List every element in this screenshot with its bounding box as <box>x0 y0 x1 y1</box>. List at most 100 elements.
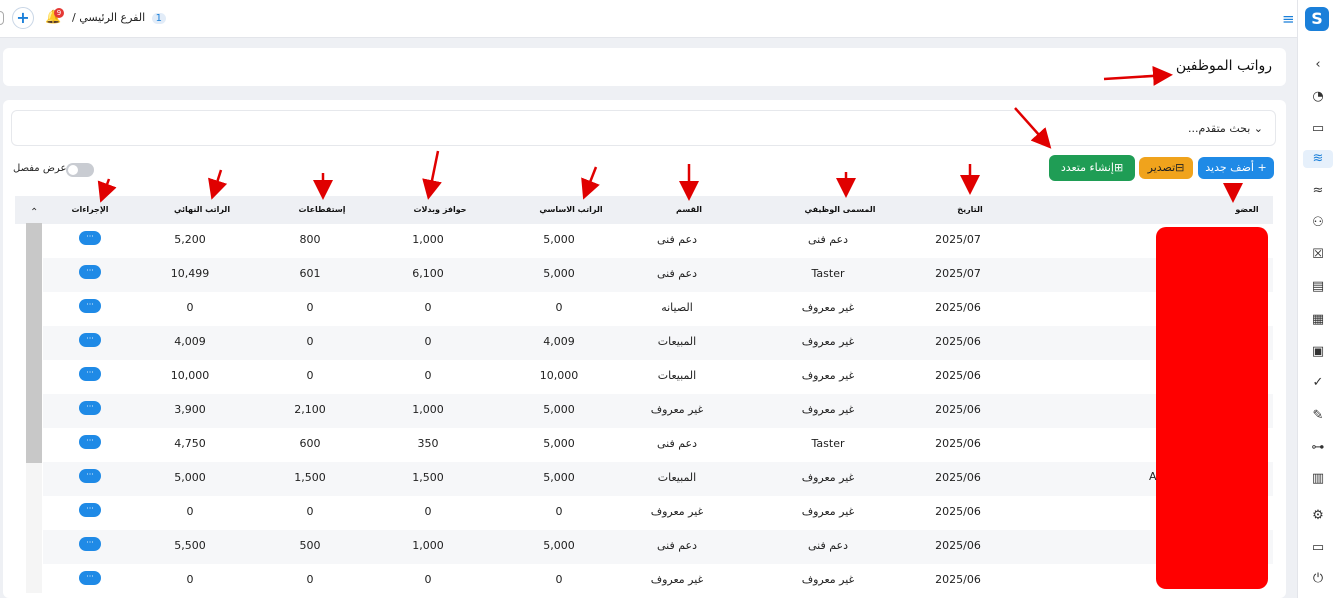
col-date[interactable]: التاريخ <box>957 205 982 214</box>
quick-add-button[interactable]: + <box>12 7 34 29</box>
col-base-salary[interactable]: الراتب الاساسي <box>539 205 602 214</box>
document-icon[interactable]: ▤ <box>1309 278 1327 296</box>
window-icon[interactable]: ▭ <box>1309 539 1327 557</box>
table-row[interactable]: 2025/06 غير معروف غير معروف 5,000 1,000 2,100… <box>43 394 1273 428</box>
cell-base-salary: 5,000 <box>543 233 575 246</box>
row-actions-button[interactable]: ··· <box>79 571 101 585</box>
row-actions-button[interactable]: ··· <box>79 299 101 313</box>
settings-icon[interactable]: ⚙ <box>1309 507 1327 525</box>
col-allowances[interactable]: حوافز وبدلات <box>413 205 466 214</box>
row-actions-button[interactable]: ··· <box>79 265 101 279</box>
cell-allowances: 0 <box>424 573 432 586</box>
cell-final-salary: 5,200 <box>174 233 206 246</box>
hierarchy-icon[interactable]: ⊶ <box>1309 439 1327 457</box>
cell-base-salary: 5,000 <box>543 403 575 416</box>
cell-date: 2025/06 <box>935 505 981 518</box>
table-row[interactable]: 2025/06 Taster دعم فنى 5,000 350 600 4,750 ··· <box>43 428 1273 462</box>
col-job-title[interactable]: المسمى الوظيفي <box>805 205 876 214</box>
cell-allowances: 0 <box>424 301 432 314</box>
chart-icon[interactable]: ▥ <box>1309 470 1327 488</box>
cell-date: 2025/07 <box>935 233 981 246</box>
table-row[interactable]: 2025/07 Taster دعم فنى 5,000 6,100 601 10,499 ·… <box>43 258 1273 292</box>
row-actions-button[interactable]: ··· <box>79 469 101 483</box>
cell-final-salary: 0 <box>186 573 194 586</box>
cell-final-salary: 5,500 <box>174 539 206 552</box>
row-actions-button[interactable]: ··· <box>79 401 101 415</box>
ticket-icon[interactable]: ▭ <box>1309 120 1327 138</box>
col-final-salary[interactable]: الراتب النهائي <box>174 205 230 214</box>
cell-job-title: غير معروف <box>801 369 855 382</box>
cell-allowances: 1,500 <box>412 471 444 484</box>
cell-allowances: 350 <box>417 437 439 450</box>
detailed-view-toggle[interactable] <box>66 163 94 177</box>
power-icon[interactable]: ⏻ <box>1309 570 1327 588</box>
calendar-x-icon[interactable]: ☒ <box>1309 246 1327 264</box>
cell-date: 2025/07 <box>935 267 981 280</box>
member-text-fragment: A <box>1149 470 1157 483</box>
table-row[interactable]: 2025/06 غير معروف المبيعات 5,000 1,500 1,500 5… <box>43 462 1273 496</box>
cell-deductions: 0 <box>306 335 314 348</box>
cell-base-salary: 10,000 <box>539 369 579 382</box>
add-new-button[interactable]: + أضف جديد <box>1198 157 1274 179</box>
salary-icon[interactable]: ≋ <box>1303 150 1333 168</box>
sidebar: S ‹ ◔ ▭ ≋ ≈ ⚇ ☒ ▤ ▦ ▣ ✓ ✎ ⊶ ▥ ⚙ ▭ ⏻ <box>1297 0 1338 598</box>
scrollbar-thumb[interactable] <box>26 223 42 463</box>
check-badge-icon[interactable]: ✓ <box>1309 374 1327 392</box>
payroll-icon[interactable]: ≈ <box>1309 182 1327 200</box>
collapse-icon[interactable]: ⌃ <box>30 207 38 218</box>
row-actions-button[interactable]: ··· <box>79 333 101 347</box>
signature-icon[interactable]: ✎ <box>1309 407 1327 425</box>
cell-department: المبيعات <box>657 335 697 348</box>
cell-base-salary: 0 <box>555 573 563 586</box>
table-row[interactable]: 2025/06 غير معروف المبيعات 10,000 0 0 10,000 ··… <box>43 360 1273 394</box>
table-row[interactable]: 2025/06 غير معروف المبيعات 4,009 0 0 4,009 ··· <box>43 326 1273 360</box>
col-department[interactable]: القسم <box>676 205 702 214</box>
cell-final-salary: 5,000 <box>174 471 206 484</box>
col-deductions[interactable]: إستقطاعات <box>299 205 346 214</box>
row-actions-button[interactable]: ··· <box>79 367 101 381</box>
add-box-icon: ⊞ <box>1113 161 1124 174</box>
cell-date: 2025/06 <box>935 335 981 348</box>
cell-base-salary: 4,009 <box>543 335 575 348</box>
vehicle-icon[interactable]: ▣ <box>1309 343 1327 361</box>
table-row[interactable]: 2025/06 غير معروف غير معروف 0 0 0 0 ··· <box>43 564 1273 598</box>
bulk-create-button[interactable]: ⊞إنشاء متعدد <box>1049 155 1135 181</box>
branch-breadcrumb[interactable]: 1 الفرع الرئيسي / <box>72 11 167 24</box>
table-row[interactable]: 2025/06 غير معروف غير معروف 0 0 0 0 ··· <box>43 496 1273 530</box>
table-header: العضو التاريخ المسمى الوظيفي القسم الرات… <box>15 196 1273 224</box>
table-row[interactable]: 2025/07 دعم فنى دعم فنى 5,000 1,000 800 5,200 ·… <box>43 224 1273 258</box>
apps-icon[interactable]: ▦ <box>1309 311 1327 329</box>
cell-deductions: 1,500 <box>294 471 326 484</box>
row-actions-button[interactable]: ··· <box>79 435 101 449</box>
table-row[interactable]: 2025/06 غير معروف الصيانه 0 0 0 0 ··· <box>43 292 1273 326</box>
cell-allowances: 0 <box>424 505 432 518</box>
row-actions-button[interactable]: ··· <box>79 537 101 551</box>
cell-department: دعم فنى <box>656 267 698 280</box>
cell-job-title: غير معروف <box>801 403 855 416</box>
cell-deductions: 601 <box>299 267 321 280</box>
cell-allowances: 0 <box>424 369 432 382</box>
cell-allowances: 1,000 <box>412 233 444 246</box>
row-actions-button[interactable]: ··· <box>79 231 101 245</box>
page-title: رواتب الموظفين <box>1175 58 1272 74</box>
notification-badge: 9 <box>54 8 64 18</box>
advanced-search[interactable]: ⌄ بحث متقدم... <box>11 110 1276 146</box>
cell-date: 2025/06 <box>935 369 981 382</box>
cell-allowances: 6,100 <box>412 267 444 280</box>
advanced-search-label: بحث متقدم... <box>1187 122 1251 135</box>
branch-label: الفرع الرئيسي / <box>72 11 146 24</box>
col-member[interactable]: العضو <box>1235 205 1258 214</box>
dashboard-icon[interactable]: ◔ <box>1309 88 1327 106</box>
cell-job-title: Taster <box>811 267 845 280</box>
row-actions-button[interactable]: ··· <box>79 503 101 517</box>
cell-base-salary: 0 <box>555 505 563 518</box>
cell-base-salary: 5,000 <box>543 539 575 552</box>
export-button[interactable]: ⊟تصدير <box>1139 157 1193 179</box>
chevron-left-icon[interactable]: ‹ <box>1309 56 1327 74</box>
cell-department: الصيانه <box>661 301 693 314</box>
hamburger-icon[interactable]: ≡ <box>1282 10 1295 28</box>
cell-final-salary: 3,900 <box>174 403 206 416</box>
users-settings-icon[interactable]: ⚇ <box>1309 214 1327 232</box>
table-row[interactable]: 2025/06 دعم فنى دعم فنى 5,000 1,000 500 5,500 ·… <box>43 530 1273 564</box>
edge-handle <box>0 11 4 25</box>
